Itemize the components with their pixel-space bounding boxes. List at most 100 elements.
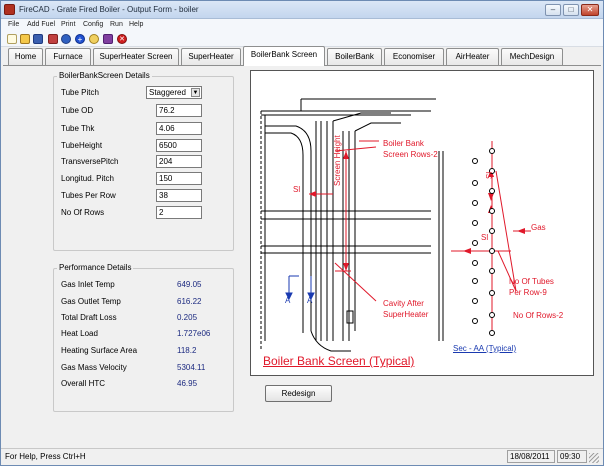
book-icon[interactable] bbox=[103, 34, 113, 44]
arrow-head bbox=[517, 228, 525, 234]
longitud-pitch-label: Longitud. Pitch bbox=[61, 174, 114, 183]
add-icon[interactable]: + bbox=[75, 34, 85, 44]
tube-pitch-label: Tube Pitch bbox=[61, 88, 99, 97]
settings-icon[interactable] bbox=[89, 34, 99, 44]
tube-circle bbox=[489, 208, 495, 214]
menu-print[interactable]: Print bbox=[61, 21, 75, 28]
tubes-per-row-label: Tubes Per Row bbox=[61, 191, 116, 200]
tube-circle bbox=[489, 330, 495, 336]
menu-add-fuel[interactable]: Add Fuel bbox=[27, 21, 55, 28]
chevron-down-icon[interactable]: ▼ bbox=[191, 88, 200, 97]
no-of-rows-field[interactable]: 2 bbox=[156, 206, 202, 219]
gas-label: Gas bbox=[531, 223, 546, 232]
tube-circle bbox=[472, 278, 478, 284]
tubes-per-row-field[interactable]: 38 bbox=[156, 189, 202, 202]
new-icon[interactable] bbox=[7, 34, 17, 44]
tab-furnace[interactable]: Furnace bbox=[45, 48, 91, 65]
tube-circle bbox=[489, 228, 495, 234]
tube-height-label: TubeHeight bbox=[61, 141, 103, 150]
boiler-bank-label-2: Screen Rows-2 bbox=[383, 150, 438, 159]
close-button[interactable]: ✕ bbox=[581, 4, 599, 16]
tab-superheater-screen[interactable]: SuperHeater Screen bbox=[93, 48, 179, 65]
performance-groupbox bbox=[53, 268, 234, 412]
tube-circle bbox=[489, 312, 495, 318]
cavity-label-2: SuperHeater bbox=[383, 310, 429, 319]
stop-icon[interactable]: ✕ bbox=[117, 34, 127, 44]
status-help-text: For Help, Press Ctrl+H bbox=[5, 452, 86, 461]
arrow-head bbox=[488, 193, 494, 201]
tube-od-label: Tube OD bbox=[61, 106, 94, 115]
redesign-button[interactable]: Redesign bbox=[265, 385, 332, 402]
tube-pitch-value: Staggered bbox=[149, 88, 186, 97]
tube-height-field[interactable]: 6500 bbox=[156, 139, 202, 152]
title-bar: FireCAD - Grate Fired Boiler - Output Fo… bbox=[1, 1, 603, 19]
tube-pitch-select[interactable]: Staggered ▼ bbox=[146, 86, 202, 99]
save-icon[interactable] bbox=[33, 34, 43, 44]
open-icon[interactable] bbox=[20, 34, 30, 44]
app-window: FireCAD - Grate Fired Boiler - Output Fo… bbox=[0, 0, 604, 466]
fuel-icon[interactable] bbox=[48, 34, 58, 44]
arrow-head bbox=[343, 151, 349, 159]
drawing-line bbox=[354, 122, 401, 132]
resize-grip-icon[interactable] bbox=[589, 453, 599, 463]
tab-boilerbank[interactable]: BoilerBank bbox=[327, 48, 382, 65]
tube-circle bbox=[489, 188, 495, 194]
menu-run[interactable]: Run bbox=[110, 21, 123, 28]
gas-inlet-temp-value: 649.05 bbox=[177, 280, 202, 289]
tube-circle bbox=[472, 298, 478, 304]
menu-config[interactable]: Config bbox=[83, 21, 103, 28]
minimize-button[interactable]: – bbox=[545, 4, 561, 16]
drawing-line bbox=[265, 132, 304, 333]
sl-section-label: Sl bbox=[481, 233, 489, 242]
boiler-bank-drawing: Boiler Bank Screen Rows-2 Sl Screen Heig… bbox=[250, 70, 594, 376]
menu-bar: File Add Fuel Print Config Run Help bbox=[1, 19, 603, 32]
tab-boilerbank-screen[interactable]: BoilerBank Screen bbox=[243, 46, 325, 66]
total-draft-loss-value: 0.205 bbox=[177, 313, 198, 322]
window-title: FireCAD - Grate Fired Boiler - Output Fo… bbox=[19, 5, 199, 14]
tube-circle bbox=[489, 248, 495, 254]
tab-airheater[interactable]: AirHeater bbox=[446, 48, 499, 65]
tab-superheater[interactable]: SuperHeater bbox=[181, 48, 241, 65]
tab-economiser[interactable]: Economiser bbox=[384, 48, 444, 65]
menu-help[interactable]: Help bbox=[129, 21, 143, 28]
overall-htc-value: 46.95 bbox=[177, 379, 198, 388]
performance-title: Performance Details bbox=[57, 263, 134, 272]
overall-htc-label: Overall HTC bbox=[61, 379, 106, 388]
tubes-label-2: Per Row-9 bbox=[509, 288, 547, 297]
tab-home[interactable]: Home bbox=[8, 48, 43, 65]
tube-thk-field[interactable]: 4.06 bbox=[156, 122, 202, 135]
arrow-head bbox=[463, 248, 471, 254]
transverse-pitch-field[interactable]: 204 bbox=[156, 155, 202, 168]
tube-circle bbox=[472, 200, 478, 206]
tube-circle bbox=[472, 220, 478, 226]
section-a-label-left: A bbox=[285, 296, 291, 305]
drawing-caption: Boiler Bank Screen (Typical) bbox=[263, 354, 415, 368]
gas-mass-velocity-label: Gas Mass Velocity bbox=[61, 363, 127, 372]
heat-load-value: 1.727e06 bbox=[177, 329, 211, 338]
tube-circle bbox=[472, 240, 478, 246]
drawing-line bbox=[310, 330, 351, 352]
tube-od-field[interactable]: 76.2 bbox=[156, 104, 202, 117]
maximize-button[interactable]: □ bbox=[563, 4, 579, 16]
status-date: 18/08/2011 bbox=[507, 450, 555, 463]
arrow-head bbox=[309, 191, 316, 197]
drawing-line bbox=[332, 112, 391, 122]
menu-file[interactable]: File bbox=[8, 21, 19, 28]
heat-load-label: Heat Load bbox=[61, 329, 98, 338]
arrow-head bbox=[343, 263, 349, 271]
gas-mass-velocity-value: 5304.11 bbox=[177, 363, 206, 372]
gas-outlet-temp-label: Gas Outlet Temp bbox=[61, 297, 121, 306]
longitud-pitch-field[interactable]: 150 bbox=[156, 172, 202, 185]
tab-mechdesign[interactable]: MechDesign bbox=[501, 48, 563, 65]
gas-inlet-temp-label: Gas Inlet Temp bbox=[61, 280, 115, 289]
section-caption: Sec - AA (Typical) bbox=[453, 344, 517, 353]
tube-circle bbox=[489, 148, 495, 154]
cavity-label-1: Cavity After bbox=[383, 299, 424, 308]
status-time: 09:30 bbox=[557, 450, 587, 463]
drawing-line bbox=[346, 310, 354, 324]
transverse-pitch-label: TransversePitch bbox=[61, 157, 119, 166]
run-icon[interactable] bbox=[61, 34, 71, 44]
tube-circle bbox=[472, 180, 478, 186]
tube-circle bbox=[472, 260, 478, 266]
no-of-rows-label: No Of Rows bbox=[61, 208, 105, 217]
